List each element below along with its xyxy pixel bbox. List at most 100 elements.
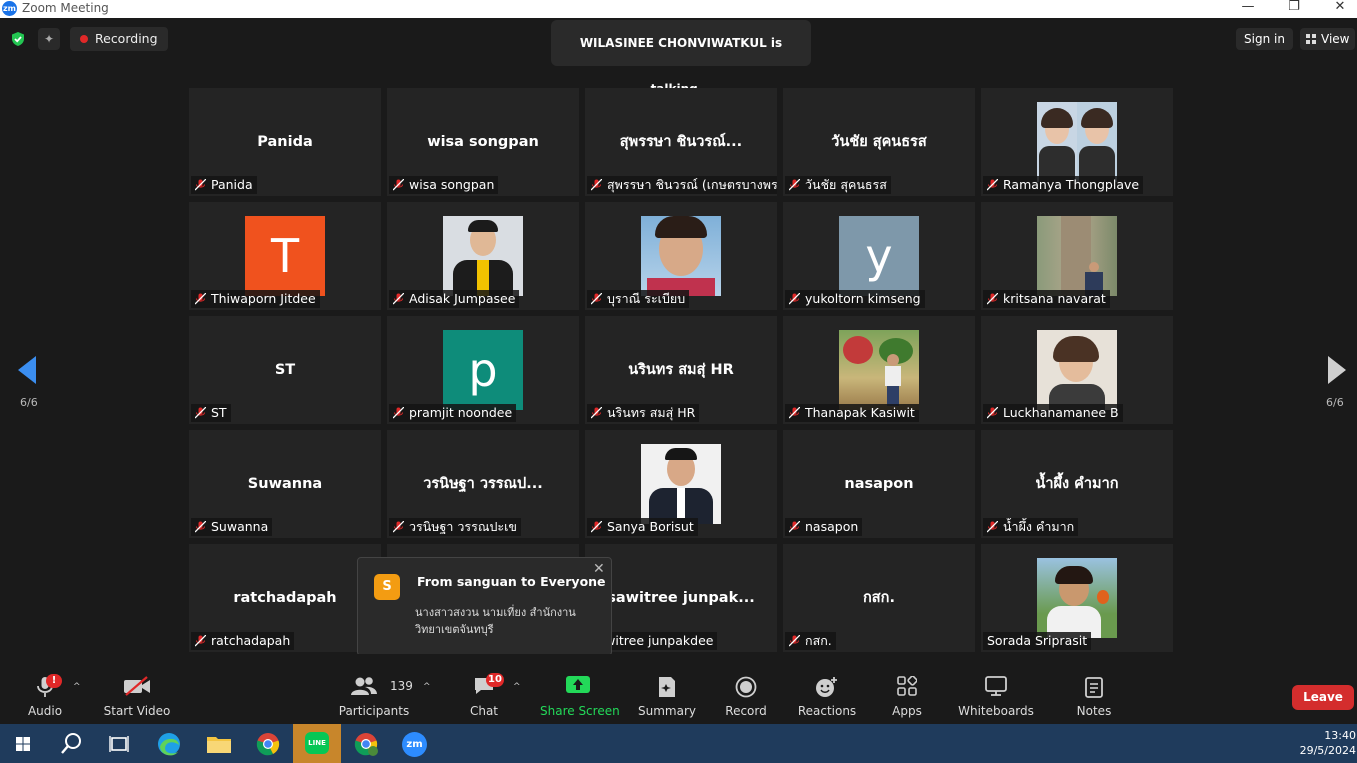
chrome-profile-icon[interactable] <box>345 727 387 761</box>
muted-mic-icon <box>789 521 800 533</box>
reactions-label: Reactions <box>797 704 857 718</box>
leave-button[interactable]: Leave <box>1292 685 1354 710</box>
notes-button[interactable]: Notes <box>1070 654 1118 724</box>
chat-button[interactable]: 10 Chat <box>460 654 508 724</box>
participant-name-label: นรินทร สมสุ่ HR <box>587 404 700 422</box>
edge-browser-icon[interactable] <box>148 727 190 761</box>
participant-tile[interactable]: kritsana navarat <box>981 202 1173 310</box>
whiteboards-button[interactable]: Whiteboards <box>956 654 1036 724</box>
muted-mic-icon <box>987 521 998 533</box>
participant-name-label: สุพรรษา ชินวรณ์ (เกษตรบางพระ) <box>587 176 777 194</box>
zoom-app-icon: zm <box>402 732 427 757</box>
participant-tile[interactable]: p pramjit noondee <box>387 316 579 424</box>
participant-tile[interactable]: Thanapak Kasiwit <box>783 316 975 424</box>
participant-tile[interactable]: wisa songpan wisa songpan <box>387 88 579 196</box>
record-icon <box>735 676 757 698</box>
participant-tile[interactable]: T Thiwaporn Jitdee <box>189 202 381 310</box>
participants-options-caret[interactable]: ^ <box>423 682 431 692</box>
video-camera-off-icon <box>124 676 150 696</box>
view-button[interactable]: View <box>1300 28 1356 50</box>
previous-page-icon[interactable] <box>18 356 36 384</box>
participant-name-label: บุราณี ระเบียบ <box>587 290 690 308</box>
zoom-app-taskbar-button[interactable]: zm <box>394 727 436 761</box>
chat-notification-popup[interactable]: S From sanguan to Everyone นางสาวสงวน นา… <box>357 557 612 661</box>
share-screen-button[interactable]: Share Screen <box>540 654 620 724</box>
profile-photo <box>1037 330 1117 410</box>
participant-tile[interactable]: nasapon nasapon <box>783 430 975 538</box>
participant-tile[interactable]: ratchadapah ratchadapah <box>189 544 381 652</box>
chat-message-text: นางสาวสงวน นามเที่ยง สำนักงานวิทยาเขตจัน… <box>415 606 576 636</box>
next-page-icon[interactable] <box>1328 356 1346 384</box>
participant-tile[interactable]: กสก. กสก. <box>783 544 975 652</box>
close-icon[interactable]: ✕ <box>593 561 605 577</box>
participant-label-text: yukoltorn kimseng <box>805 291 921 306</box>
sign-in-button[interactable]: Sign in <box>1236 28 1293 50</box>
start-video-button[interactable]: Start Video <box>102 654 172 724</box>
participant-tile[interactable]: วรนิษฐา วรรณป... วรนิษฐา วรรณปะเข <box>387 430 579 538</box>
encryption-shield-icon[interactable] <box>10 31 26 47</box>
muted-mic-icon <box>195 407 206 419</box>
participant-name-label: wisa songpan <box>389 176 499 194</box>
task-view-icon[interactable] <box>98 727 140 761</box>
chat-label: Chat <box>469 704 499 718</box>
participant-label-text: วรนิษฐา วรรณปะเข <box>409 519 517 534</box>
close-window-button[interactable]: ✕ <box>1325 0 1355 14</box>
chat-sender-line: From sanguan to Everyone <box>417 574 606 589</box>
participant-name-label: Panida <box>191 176 257 194</box>
participant-name-label: Ramanya Thongplave <box>983 176 1144 194</box>
system-clock[interactable]: 13:40 29/5/2024 <box>1290 728 1356 758</box>
participant-tile[interactable]: วันชัย สุคนธรส วันชัย สุคนธรส <box>783 88 975 196</box>
participant-tile[interactable]: Luckhanamanee B <box>981 316 1173 424</box>
active-speaker-banner: WILASINEE CHONVIWATKUL is talking... <box>551 20 811 96</box>
clock-date: 29/5/2024 <box>1299 744 1356 757</box>
notes-label: Notes <box>1076 704 1112 718</box>
participant-name-label: ST <box>191 404 231 422</box>
profile-photo <box>641 444 721 524</box>
audio-options-caret[interactable]: ^ <box>73 682 81 692</box>
ai-companion-icon[interactable]: ✦ <box>38 28 60 50</box>
search-icon[interactable] <box>50 727 92 761</box>
participant-label-text: Thanapak Kasiwit <box>805 405 915 420</box>
participant-tile[interactable]: สุพรรษา ชินวรณ์... สุพรรษา ชินวรณ์ (เกษต… <box>585 88 777 196</box>
participant-tile[interactable]: Panida Panida <box>189 88 381 196</box>
recording-label: Recording <box>95 31 158 46</box>
participant-name-label: Sorada Sriprasit <box>983 632 1092 650</box>
participant-tile[interactable]: Suwanna Suwanna <box>189 430 381 538</box>
windows-start-icon[interactable] <box>2 727 44 761</box>
participant-tile[interactable]: Ramanya Thongplave <box>981 88 1173 196</box>
muted-mic-icon <box>789 635 800 647</box>
restore-button[interactable]: ❐ <box>1279 0 1309 14</box>
participant-name-label: yukoltorn kimseng <box>785 290 925 308</box>
audio-button[interactable]: ! Audio <box>20 654 70 724</box>
file-explorer-icon[interactable] <box>198 727 240 761</box>
chat-options-caret[interactable]: ^ <box>513 682 521 692</box>
participant-tile[interactable]: sawitree junpak... sawitree junpakdee <box>585 544 777 652</box>
chrome-browser-icon[interactable] <box>247 727 289 761</box>
participant-tile[interactable]: นรินทร สมสุ่ HR นรินทร สมสุ่ HR <box>585 316 777 424</box>
apps-button[interactable]: Apps <box>886 654 928 724</box>
line-app-icon: LINE <box>305 732 329 754</box>
profile-photo <box>641 216 721 296</box>
participants-button[interactable]: 139 Participants <box>338 654 413 724</box>
participant-name-label: Suwanna <box>191 518 273 536</box>
participant-tile[interactable]: Sanya Borisut <box>585 430 777 538</box>
participant-tile[interactable]: น้ำผึ้ง คำมาก น้ำผึ้ง คำมาก <box>981 430 1173 538</box>
participant-tile[interactable]: y yukoltorn kimseng <box>783 202 975 310</box>
line-app-taskbar-button[interactable]: LINE <box>293 724 341 763</box>
participant-tile[interactable]: ST ST <box>189 316 381 424</box>
recording-dot-icon <box>80 34 88 43</box>
summary-button[interactable]: Summary <box>636 654 698 724</box>
recording-indicator[interactable]: Recording <box>70 27 168 51</box>
page-indicator-left: 6/6 <box>20 396 38 409</box>
participant-label-text: Luckhanamanee B <box>1003 405 1119 420</box>
participant-label-text: นรินทร สมสุ่ HR <box>607 405 696 420</box>
minimize-button[interactable]: — <box>1233 0 1263 14</box>
participant-tile[interactable]: บุราณี ระเบียบ <box>585 202 777 310</box>
muted-mic-icon <box>195 179 206 191</box>
muted-mic-icon <box>789 179 800 191</box>
record-button[interactable]: Record <box>722 654 770 724</box>
participant-tile[interactable]: Adisak Jumpasee <box>387 202 579 310</box>
participant-tile[interactable]: Sorada Sriprasit <box>981 544 1173 652</box>
apps-icon <box>897 676 917 696</box>
reactions-button[interactable]: Reactions <box>796 654 858 724</box>
